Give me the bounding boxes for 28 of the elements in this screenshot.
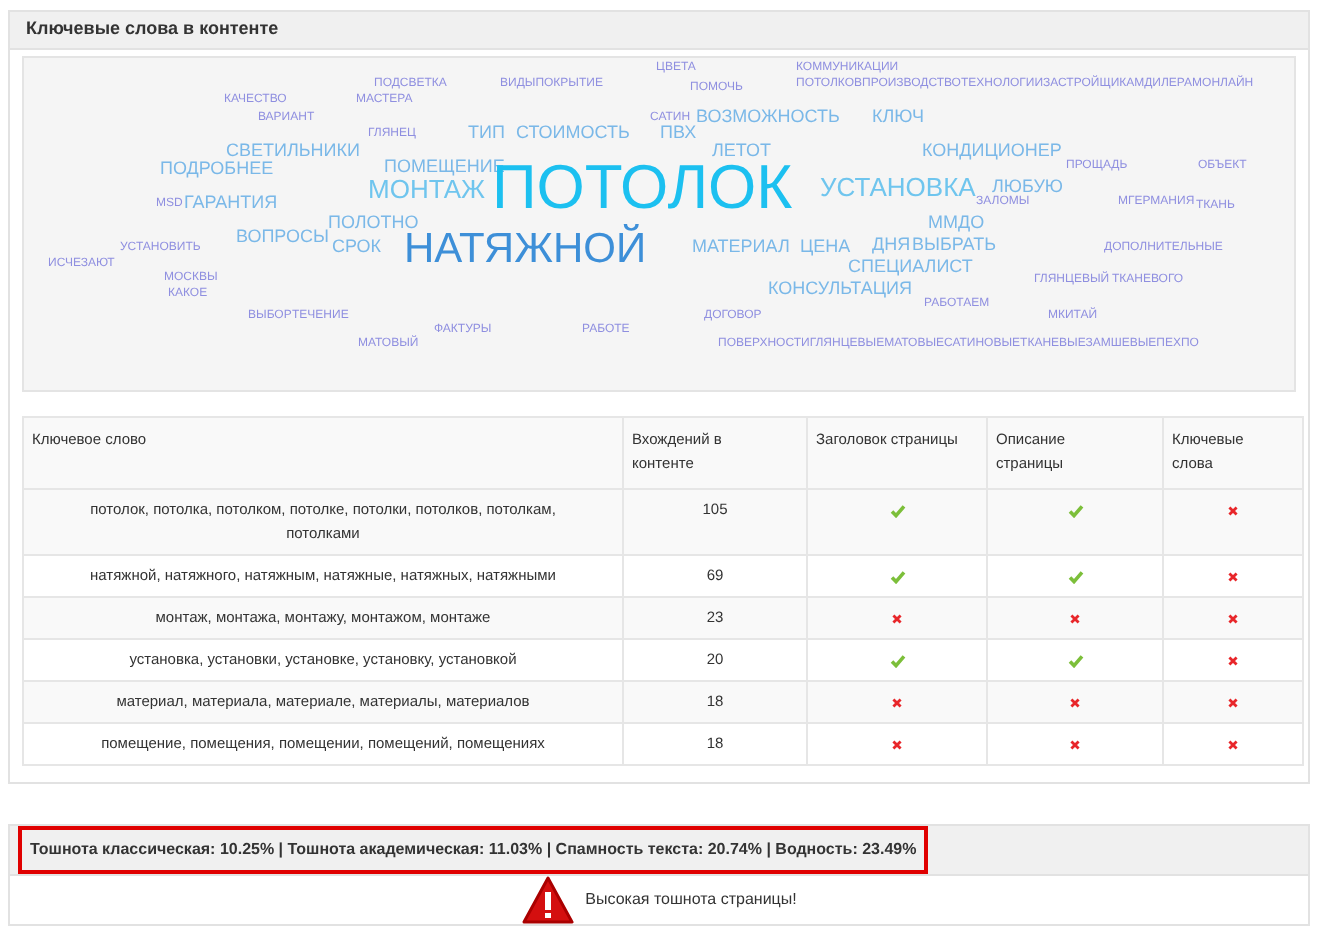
cloud-word: МАТЕРИАЛ: [692, 238, 790, 256]
cloud-word: СТОИМОСТЬ: [516, 124, 630, 142]
cloud-word: ДНЯ: [872, 236, 911, 254]
cloud-word: СПЕЦИАЛИСТ: [848, 258, 973, 276]
cloud-word: СВЕТИЛЬНИКИ: [226, 142, 360, 160]
cloud-word: ПОДРОБНЕЕ: [160, 160, 274, 178]
cloud-word: НАТЯЖНОЙ: [404, 228, 647, 270]
warning-icon: [521, 876, 574, 924]
cloud-word: ПВХ: [660, 124, 697, 142]
cloud-word: МОНТАЖ: [368, 176, 486, 202]
cloud-word: КЛЮЧ: [872, 108, 924, 126]
cloud-word: СРОК: [332, 238, 382, 256]
highlighted-summary: Тошнота классическая: 10.25% | Тошнота академическая: 11.03% | Спамность текста: 20.74% | Водность: 23.49%: [18, 826, 929, 874]
cloud-word: ПОЛОТНО: [328, 214, 419, 232]
cloud-word: ГАРАНТИЯ: [184, 194, 278, 212]
cloud-word: УСТАНОВКА: [820, 174, 976, 200]
cloud-word: КОНСУЛЬТАЦИЯ: [768, 280, 912, 298]
cloud-word: ВЫБРАТЬ: [912, 236, 996, 254]
cloud-word: КОНДИЦИОНЕР: [922, 142, 1062, 160]
cloud-word: ММДО: [928, 214, 985, 232]
cloud-word: ЦЕНА: [800, 238, 851, 256]
warning-message: Высокая тошнота страницы!: [585, 888, 797, 912]
cloud-word: ВОЗМОЖНОСТЬ: [696, 108, 840, 126]
cloud-word: ЛЕТОТ: [712, 142, 772, 160]
panel-title: Ключевые слова в контенте: [26, 16, 279, 43]
cloud-word: ЛЮБУЮ: [992, 178, 1064, 196]
cloud-word: ТИП: [468, 124, 505, 142]
cloud-word: ВОПРОСЫ: [236, 228, 329, 246]
